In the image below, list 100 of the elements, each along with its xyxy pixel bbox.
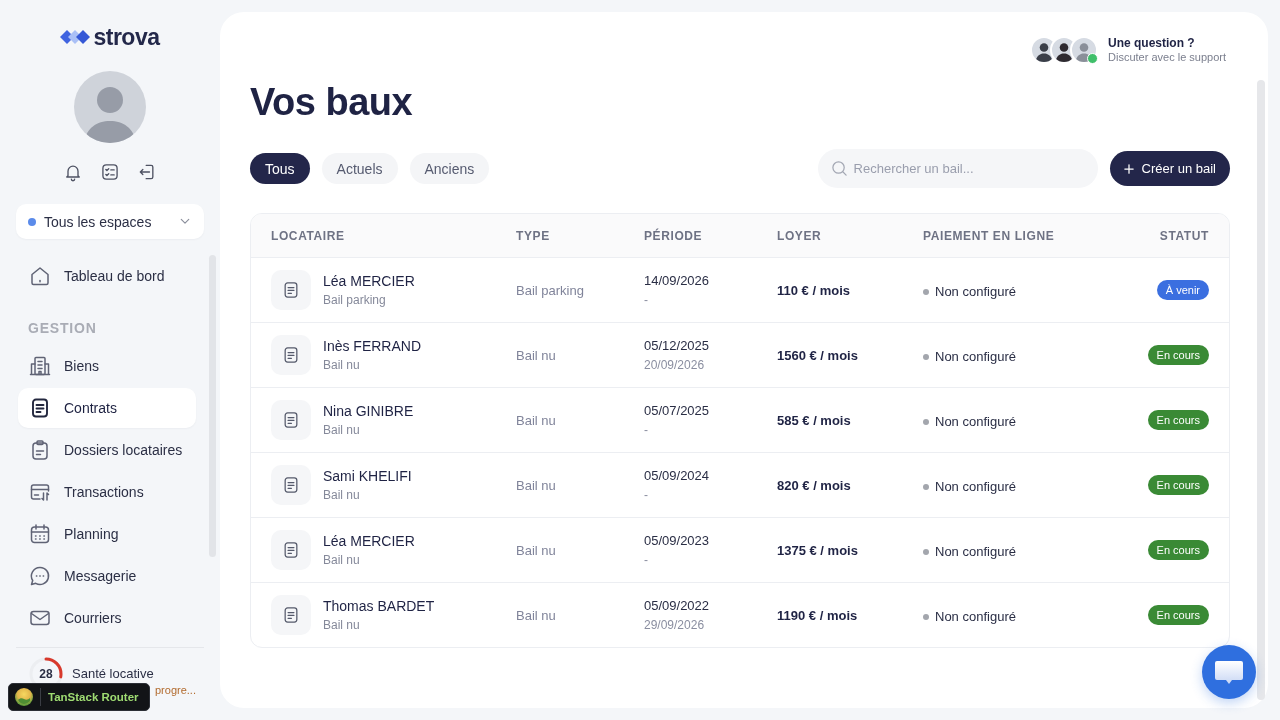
tenant-name: Sami KHELIFI (323, 468, 412, 485)
status-badge: En cours (1147, 475, 1209, 495)
avatar-placeholder (1070, 36, 1098, 64)
status-badge: En cours (1147, 345, 1209, 365)
column-header: LOCATAIRE (271, 228, 345, 243)
status-dot-icon (923, 548, 929, 555)
tenant-name: Thomas BARDET (323, 598, 435, 615)
lease-label: Bail nu (323, 488, 360, 502)
lease-label: Bail nu (323, 358, 360, 372)
lease-type: Bail nu (516, 347, 556, 363)
nav-item[interactable]: Biens (18, 346, 196, 386)
rent-amount: 585 € / mois (777, 412, 851, 428)
logout-icon[interactable] (137, 162, 157, 182)
lease-label: Bail nu (323, 553, 360, 567)
lease-type: Bail nu (516, 477, 556, 493)
scrollbar-thumb[interactable] (1257, 80, 1265, 700)
end-date: - (644, 293, 648, 307)
payment-status: Non configuré (935, 414, 1016, 429)
nav-item[interactable]: Messagerie (18, 556, 196, 596)
health-title: Santé locative (72, 666, 155, 682)
building-icon (28, 354, 52, 378)
support-link[interactable]: Discuter avec le support (1108, 50, 1226, 64)
payment-status: Non configuré (935, 284, 1016, 299)
end-date: - (644, 553, 648, 567)
create-lease-button[interactable]: Créer un bail (1109, 151, 1230, 186)
document-icon (271, 400, 311, 440)
lease-label: Bail nu (323, 423, 360, 437)
calendar-icon (28, 522, 52, 546)
status-dot-icon (923, 353, 929, 360)
home-icon (28, 264, 52, 288)
support-title: Une question ? (1108, 36, 1196, 50)
start-date: 05/12/2025 (644, 338, 710, 354)
space-selector[interactable]: Tous les espaces (16, 204, 204, 239)
status-dot-icon (923, 418, 929, 425)
status-badge: En cours (1147, 540, 1209, 560)
column-header: STATUT (1159, 228, 1209, 243)
dot-icon (28, 217, 36, 226)
tenant-name: Nina GINIBRE (323, 403, 414, 420)
end-date: 29/09/2026 (644, 618, 705, 632)
tenant-name: Léa MERCIER (323, 533, 415, 550)
payment-status: Non configuré (935, 544, 1016, 559)
status-dot-icon (923, 288, 929, 295)
start-date: 14/09/2026 (644, 273, 710, 289)
column-header: TYPE (516, 228, 550, 243)
document-icon (271, 335, 311, 375)
payment-status: Non configuré (935, 479, 1016, 494)
lease-type: Bail nu (516, 542, 556, 558)
filter-tab[interactable]: Tous (250, 153, 310, 184)
search-field[interactable]: Rechercher un bail... (817, 149, 1098, 188)
router-logo-icon (15, 688, 33, 706)
nav-item[interactable]: Contrats (18, 388, 196, 428)
document-icon (271, 530, 311, 570)
plus-icon (1123, 163, 1134, 174)
search-icon (830, 160, 848, 177)
document-icon (271, 270, 311, 310)
document-icon (271, 595, 311, 635)
chevron-down-icon (180, 218, 190, 225)
nav-item[interactable]: Transactions (18, 472, 196, 512)
start-date: 05/09/2022 (644, 598, 710, 614)
health-score: 28 (39, 667, 53, 681)
lease-label: Bail parking (323, 293, 386, 307)
start-date: 05/07/2025 (644, 403, 710, 419)
lease-type: Bail nu (516, 412, 556, 428)
rent-amount: 110 € / mois (777, 282, 850, 298)
devtools-toggle-button[interactable]: TanStack Router (8, 683, 150, 711)
nav-item[interactable]: Courriers (18, 598, 196, 638)
status-dot-icon (923, 613, 929, 620)
lease-type: Bail parking (516, 282, 584, 298)
document-icon (271, 465, 311, 505)
filter-tab[interactable]: Actuels (321, 153, 398, 184)
rent-amount: 820 € / mois (777, 477, 851, 493)
payment-status: Non configuré (935, 609, 1016, 624)
start-date: 05/09/2024 (644, 468, 710, 484)
nav-item[interactable]: Dossiers locataires (18, 430, 196, 470)
lease-label: Bail nu (323, 618, 360, 632)
column-header: LOYER (777, 228, 822, 243)
column-header: PÉRIODE (644, 228, 703, 243)
logo-text: strova (93, 26, 160, 48)
end-date: 20/09/2026 (644, 358, 705, 372)
status-badge: En cours (1147, 605, 1209, 625)
section-title: GESTION (27, 320, 97, 336)
tenant-name: Inès FERRAND (323, 338, 422, 355)
column-header: PAIEMENT EN LIGNE (923, 228, 1055, 243)
chat-icon (28, 564, 52, 588)
rent-amount: 1560 € / mois (777, 347, 858, 363)
payment-status: Non configuré (935, 349, 1016, 364)
filter-tab[interactable]: Anciens (409, 153, 490, 184)
nav-item[interactable]: Planning (18, 514, 196, 554)
rent-amount: 1190 € / mois (777, 607, 858, 623)
health-status: progre... (155, 683, 196, 697)
checklist-icon[interactable] (100, 162, 120, 182)
logo-icon (60, 29, 91, 45)
lease-type: Bail nu (516, 607, 556, 623)
start-date: 05/09/2023 (644, 533, 710, 549)
nav-item[interactable]: Tableau de bord (18, 256, 196, 296)
page-title: Vos baux (250, 80, 413, 124)
tenant-name: Léa MERCIER (323, 273, 415, 290)
status-dot-icon (923, 483, 929, 490)
end-date: - (644, 423, 648, 437)
status-badge: En cours (1147, 410, 1209, 430)
